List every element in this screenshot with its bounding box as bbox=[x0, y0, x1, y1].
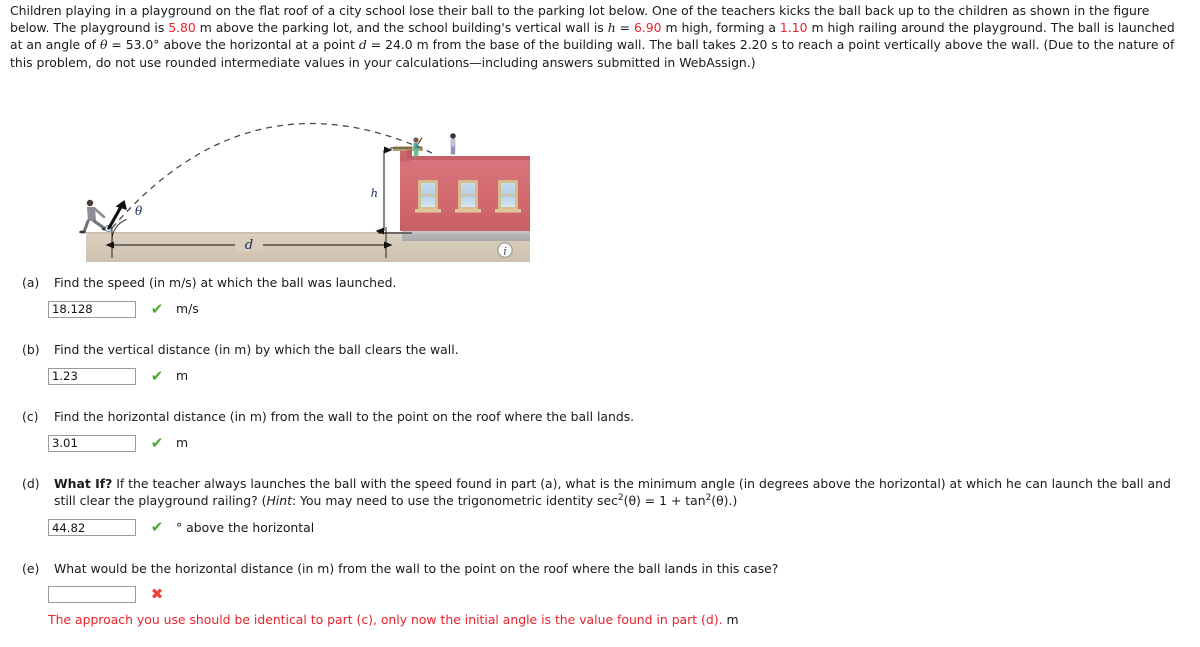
theta-label: θ bbox=[135, 204, 143, 218]
value-railing-height: 1.10 bbox=[779, 20, 808, 36]
question-c-answer-row: ✔ m bbox=[48, 433, 1192, 452]
problem-page: Children playing in a playground on the … bbox=[0, 0, 1200, 647]
variable-d: d bbox=[358, 37, 367, 53]
question-d-label: (d) bbox=[22, 476, 40, 491]
school-building bbox=[393, 146, 530, 231]
child-on-roof-right bbox=[450, 133, 456, 155]
question-b: (b) Find the vertical distance (in m) by… bbox=[12, 341, 1192, 385]
unit-label-d: ° above the horizontal bbox=[176, 519, 315, 535]
value-theta: 53.0° bbox=[125, 37, 160, 53]
question-c-label: (c) bbox=[22, 409, 39, 424]
launch-velocity-arrow bbox=[107, 200, 127, 230]
question-a-text: Find the speed (in m/s) at which the bal… bbox=[54, 275, 397, 290]
answer-input-c[interactable] bbox=[48, 434, 136, 452]
question-d-text: What If? If the teacher always launches … bbox=[54, 475, 1192, 510]
value-d: 24.0 bbox=[385, 37, 413, 53]
equals-3: = bbox=[366, 37, 386, 53]
problem-text-part-2: m above the parking lot, and the school … bbox=[195, 20, 608, 36]
value-playground-height: 5.80 bbox=[168, 20, 196, 36]
unit-label-a: m/s bbox=[176, 301, 199, 317]
status-icon-incorrect-e: ✖ bbox=[150, 585, 164, 604]
question-b-text: Find the vertical distance (in m) by whi… bbox=[54, 342, 459, 357]
question-d-answer-row: ✔ ° above the horizontal bbox=[48, 518, 1192, 537]
feedback-message-e: The approach you use should be identical… bbox=[48, 611, 1192, 628]
question-d-text-3: (θ) = 1 + tan bbox=[623, 493, 706, 509]
what-if-emphasis: What If? bbox=[54, 476, 113, 491]
d-label: d bbox=[245, 238, 253, 253]
question-d-text-2: : You may need to use the trigonometric … bbox=[291, 493, 618, 509]
question-c: (c) Find the horizontal distance (in m) … bbox=[12, 408, 1192, 452]
question-b-label: (b) bbox=[22, 342, 40, 357]
equals-2: = bbox=[107, 37, 126, 53]
info-icon-letter: i bbox=[503, 245, 506, 257]
question-a-answer-row: ✔ m/s bbox=[48, 299, 1192, 318]
question-b-answer-row: ✔ m bbox=[48, 366, 1192, 385]
unit-label-c: m bbox=[176, 435, 189, 451]
status-icon-correct-b: ✔ bbox=[150, 366, 164, 385]
question-a-label: (a) bbox=[22, 275, 40, 290]
value-h: 6.90 bbox=[633, 20, 662, 36]
physics-figure: θ h d i bbox=[60, 80, 530, 265]
status-icon-correct-a: ✔ bbox=[150, 299, 164, 318]
hint-label: Hint bbox=[266, 493, 292, 509]
status-icon-correct-d: ✔ bbox=[150, 518, 164, 537]
status-icon-correct-c: ✔ bbox=[150, 433, 164, 452]
answer-input-d[interactable] bbox=[48, 519, 136, 537]
question-c-text: Find the horizontal distance (in m) from… bbox=[54, 409, 635, 424]
problem-text-part-3: m high, forming a bbox=[661, 20, 780, 36]
unit-label-b: m bbox=[176, 368, 189, 384]
question-d-text-4: (θ).) bbox=[711, 493, 738, 509]
question-e-text: What would be the horizontal distance (i… bbox=[54, 561, 779, 576]
answer-input-e[interactable] bbox=[48, 586, 136, 604]
teacher-figure bbox=[79, 199, 109, 234]
feedback-text: The approach you use should be identical… bbox=[48, 612, 723, 628]
problem-statement: Children playing in a playground on the … bbox=[10, 2, 1190, 71]
question-d: (d) What If? If the teacher always launc… bbox=[12, 475, 1192, 537]
sidewalk bbox=[402, 230, 530, 241]
equals-1: = bbox=[615, 20, 634, 36]
answer-input-b[interactable] bbox=[48, 367, 136, 385]
problem-text-part-5: above the horizontal at a point bbox=[159, 37, 359, 53]
question-a: (a) Find the speed (in m/s) at which the… bbox=[12, 274, 1192, 318]
question-e-answer-row: ✖ bbox=[48, 585, 1192, 604]
variable-h: h bbox=[607, 20, 616, 36]
building-windows bbox=[415, 180, 521, 213]
question-e-label: (e) bbox=[22, 561, 40, 576]
h-label: h bbox=[371, 186, 378, 200]
info-icon: i bbox=[497, 242, 513, 258]
feedback-unit: m bbox=[726, 612, 739, 628]
question-e: (e) What would be the horizontal distanc… bbox=[12, 560, 1192, 629]
answer-input-a[interactable] bbox=[48, 300, 136, 318]
